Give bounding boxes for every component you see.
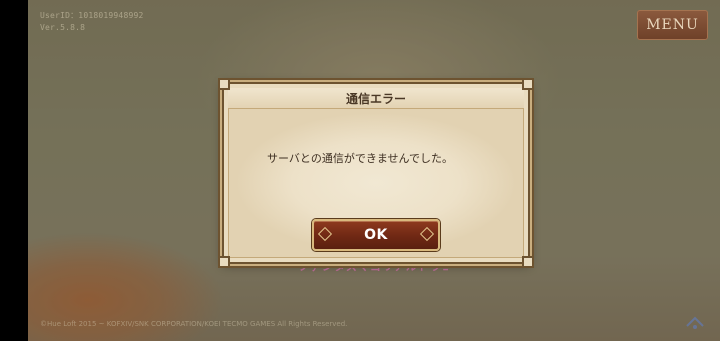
dialog-header: 通信エラー <box>228 88 524 109</box>
copyright-text: ©Hue Loft 2015 ~ KOFXIV/SNK CORPORATION/… <box>40 320 348 328</box>
version-text: Ver.5.8.8 <box>40 23 86 32</box>
diamond-ornament-icon <box>317 226 333 242</box>
corner-ornament-icon <box>218 78 230 90</box>
diamond-ornament-icon <box>419 226 435 242</box>
corner-ornament-icon <box>218 256 230 268</box>
menu-button[interactable]: MENU <box>637 10 708 40</box>
ok-button-label: OK <box>364 227 388 243</box>
corner-ornament-icon <box>522 78 534 90</box>
support-icon[interactable] <box>684 314 706 332</box>
user-info: UserID：1018019948992 Ver.5.8.8 <box>40 10 144 34</box>
user-id-text: UserID：1018019948992 <box>40 11 144 20</box>
dialog-message: サーバとの通信ができませんでした。 <box>267 152 453 165</box>
ok-button[interactable]: OK <box>312 219 440 251</box>
dialog-title: 通信エラー <box>345 91 406 106</box>
corner-ornament-icon <box>522 256 534 268</box>
left-black-strip <box>0 0 28 341</box>
